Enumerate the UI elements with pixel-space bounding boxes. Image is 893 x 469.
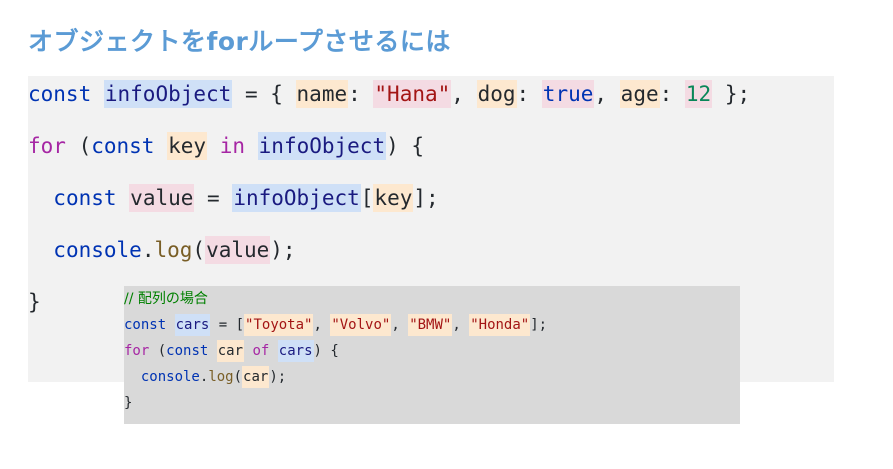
code-token: ];: [530, 317, 548, 333]
code-token: (: [192, 238, 206, 262]
code-token: (: [233, 369, 243, 385]
page-title: オブジェクトをforループさせるには: [28, 27, 451, 56]
code-token: [: [360, 186, 374, 210]
code-token: );: [269, 369, 287, 385]
code-token: ) {: [313, 343, 339, 359]
code-token: infoObject: [103, 80, 233, 108]
code-token: "BMW": [408, 314, 453, 336]
code-comment: // 配列の場合: [124, 291, 208, 307]
code-token: of: [252, 343, 270, 359]
code-token: ) {: [386, 134, 425, 158]
code-token: );: [270, 238, 296, 262]
code-token: "Honda": [469, 314, 531, 336]
code-token: .: [199, 369, 209, 385]
code-token: const: [124, 317, 167, 333]
code-token: cars: [174, 314, 211, 336]
code-token: infoObject: [257, 132, 387, 160]
code-token: car: [216, 340, 245, 362]
code-token: name: [295, 80, 349, 108]
main_code-line: console.log(value);: [28, 236, 296, 264]
code-token: age: [619, 80, 660, 108]
code-token: ,: [391, 317, 409, 333]
code-token: log: [208, 369, 234, 385]
code-token: ,: [594, 82, 620, 106]
code-token: :: [516, 82, 542, 106]
main_code-line: }: [28, 288, 41, 316]
code-token: ];: [413, 186, 439, 210]
main_code-line: for (const key in infoObject) {: [28, 132, 424, 160]
code-token: ,: [313, 317, 331, 333]
code-token: = {: [232, 82, 296, 106]
code-token: for: [124, 343, 150, 359]
code-token: :: [659, 82, 685, 106]
code-token: (: [65, 134, 92, 158]
code-token: const: [166, 343, 209, 359]
code-token: cars: [277, 340, 314, 362]
main_code-line: const infoObject = { name: "Hana", dog: …: [28, 80, 750, 108]
inset_code-line: const cars = ["Toyota", "Volvo", "BMW", …: [124, 314, 547, 336]
inset_code-line: // 配列の場合: [124, 288, 208, 310]
code-token: log: [154, 238, 193, 262]
code-token: 12: [684, 80, 713, 108]
code-token: key: [373, 184, 414, 212]
code-token: in: [219, 134, 245, 158]
code-token: ,: [452, 317, 470, 333]
inset_code-line: console.log(car);: [124, 366, 286, 388]
code-token: ,: [451, 82, 477, 106]
code-token: }: [28, 290, 41, 314]
code-token: :: [348, 82, 374, 106]
code-token: };: [712, 82, 751, 106]
code-token: "Volvo": [330, 314, 392, 336]
main_code-line: const value = infoObject[key];: [28, 184, 439, 212]
code-token: const: [28, 82, 92, 106]
code-token: = [: [210, 317, 245, 333]
code-token: value: [205, 236, 271, 264]
code-token: value: [129, 184, 195, 212]
inset_code-line: }: [124, 392, 132, 414]
code-token: const: [53, 186, 117, 210]
code-token: console: [53, 238, 142, 262]
code-token: (: [149, 343, 167, 359]
array-example-code-block: // 配列の場合 const cars = ["Toyota", "Volvo",…: [124, 286, 740, 424]
code-token: const: [91, 134, 155, 158]
code-token: }: [124, 395, 133, 411]
code-token: .: [141, 238, 155, 262]
code-token: infoObject: [232, 184, 361, 212]
code-token: car: [242, 366, 270, 388]
code-token: for: [28, 134, 66, 158]
code-token: console: [140, 369, 200, 385]
code-token: "Hana": [373, 80, 452, 108]
code-token: =: [194, 186, 233, 210]
code-token: key: [167, 132, 208, 160]
code-token: dog: [476, 80, 517, 108]
code-token: "Toyota": [244, 314, 314, 336]
code-token: true: [541, 80, 595, 108]
inset_code-line: for (const car of cars) {: [124, 340, 339, 362]
